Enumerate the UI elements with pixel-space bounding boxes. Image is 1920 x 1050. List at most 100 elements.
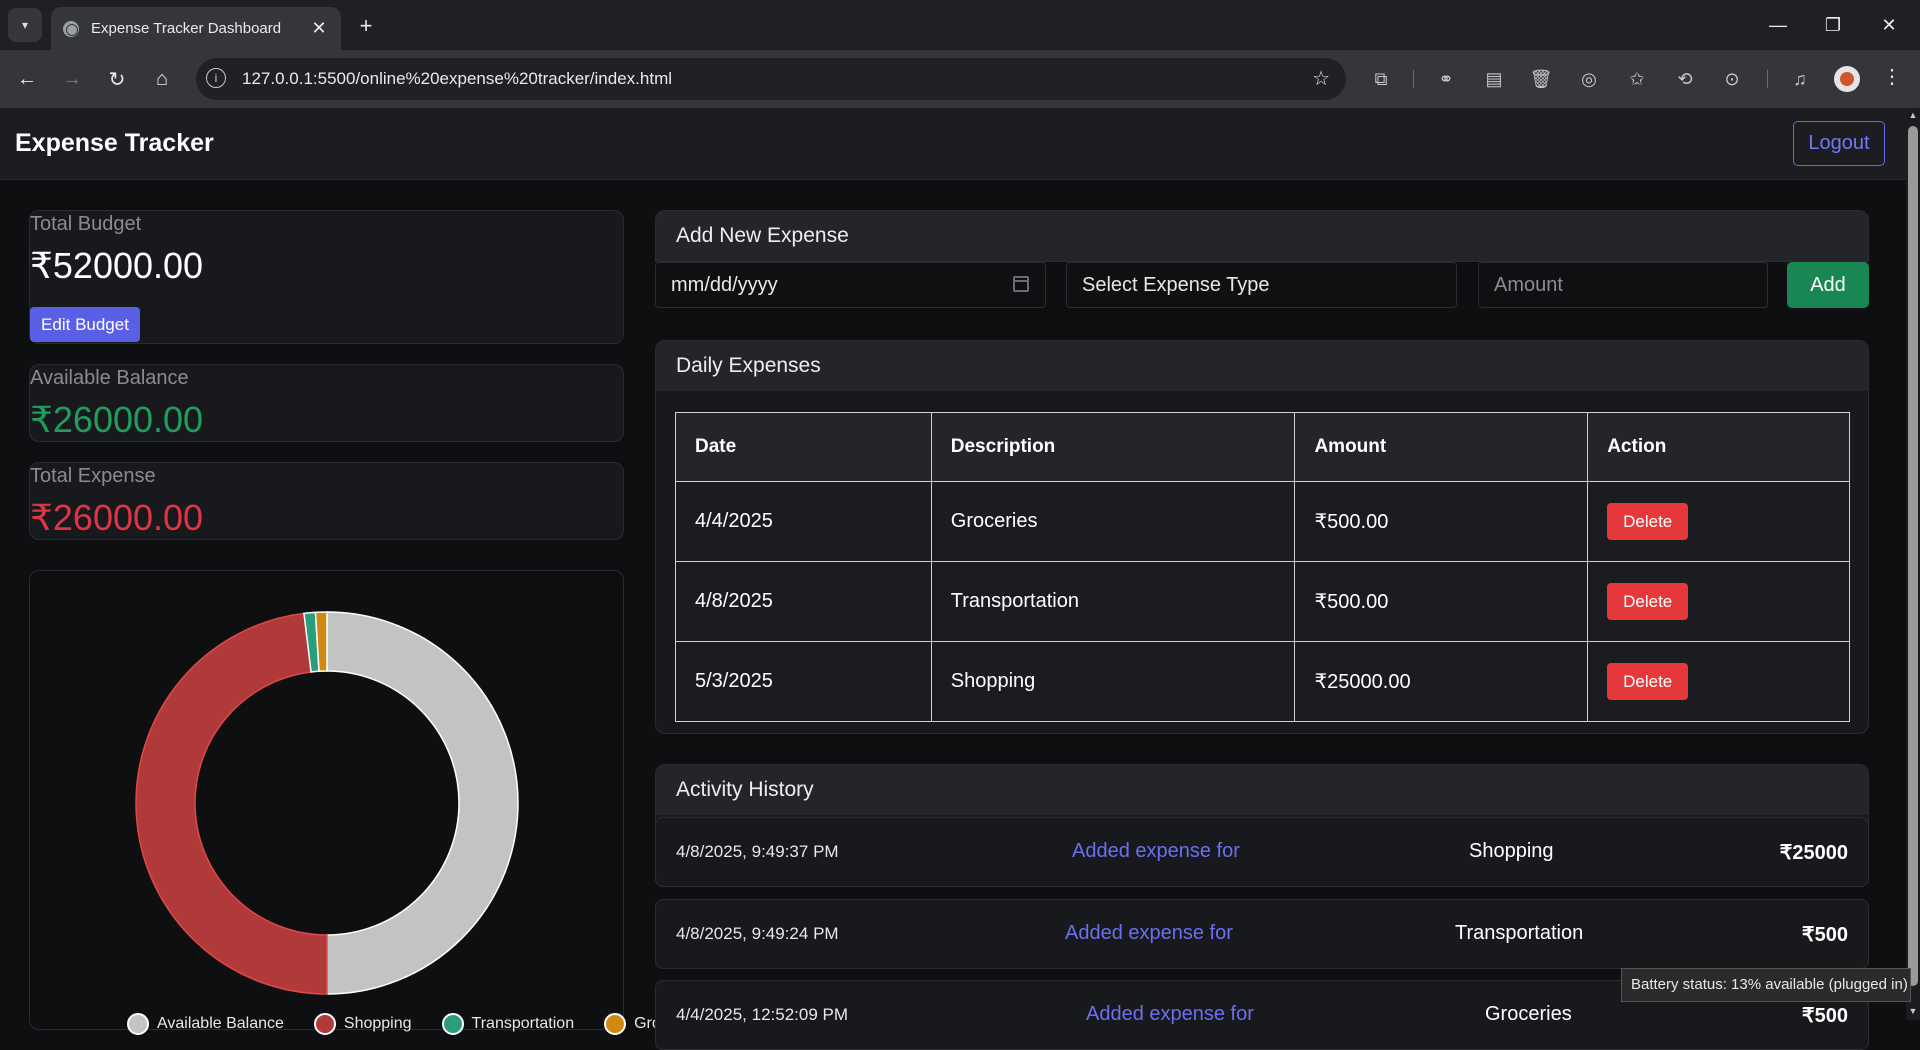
trash-icon[interactable]: 🗑 <box>1528 66 1554 92</box>
activity-action: Added expense for <box>1065 922 1233 944</box>
available-balance-value: ₹26000.00 <box>30 399 204 440</box>
column-header-amount: Amount <box>1294 412 1589 482</box>
toolbar-separator <box>1767 70 1768 88</box>
activity-amount: ₹25000 <box>1779 842 1848 864</box>
toolbar-separator <box>1413 70 1414 88</box>
profile-avatar[interactable] <box>1834 66 1860 92</box>
app-title: Expense Tracker <box>15 129 214 157</box>
activity-time: 4/8/2025, 9:49:37 PM <box>676 842 839 861</box>
legend-item[interactable]: Shopping <box>313 1013 412 1035</box>
table-row: 4/4/2025 Groceries ₹500.00 Delete <box>675 481 1850 562</box>
total-budget-card: Total Budget ₹52000.00 Edit Budget <box>29 210 624 344</box>
activity-action: Added expense for <box>1086 1003 1254 1025</box>
legend-label: Transportation <box>471 1015 575 1032</box>
activity-item: 4/8/2025, 9:49:24 PM Added expense for T… <box>655 899 1869 969</box>
date-input[interactable]: mm/dd/yyyy <box>655 262 1046 308</box>
page-scrollbar[interactable]: ▲ ▼ <box>1906 108 1920 1020</box>
delete-button[interactable]: Delete <box>1607 503 1689 540</box>
legend-swatch <box>441 1013 464 1035</box>
close-tab-icon[interactable]: ✕ <box>307 17 331 41</box>
browser-tab-bar: ▾ Expense Tracker Dashboard ✕ + — ❐ ✕ <box>0 0 1920 50</box>
forward-button[interactable]: → <box>57 64 87 94</box>
extensions-icon[interactable]: ⧉ <box>1368 66 1394 92</box>
activity-item: 4/8/2025, 9:49:37 PM Added expense for S… <box>655 817 1869 887</box>
add-expense-title: Add New Expense <box>655 210 1869 262</box>
new-tab-button[interactable]: + <box>352 12 380 40</box>
add-expense-button[interactable]: Add <box>1787 262 1869 308</box>
back-button[interactable]: ← <box>12 64 42 94</box>
bookmark-star-icon[interactable]: ☆ <box>1312 66 1330 91</box>
expense-type-select[interactable]: Select Expense Type <box>1066 262 1457 308</box>
total-expense-label: Total Expense <box>30 465 156 487</box>
total-expense-value: ₹26000.00 <box>30 497 204 538</box>
browser-toolbar: ← → ↻ ⌂ i 127.0.0.1:5500/online%20expens… <box>0 50 1920 108</box>
link-icon[interactable]: ⚭ <box>1433 66 1459 92</box>
incognito-icon[interactable]: ◎ <box>1576 66 1602 92</box>
expense-date: 4/8/2025 <box>675 561 932 642</box>
activity-category: Transportation <box>1455 922 1584 944</box>
amount-input[interactable]: Amount <box>1478 262 1768 308</box>
expense-description: Transportation <box>930 561 1296 642</box>
favorites-icon[interactable]: ✩ <box>1624 66 1650 92</box>
expense-doughnut-chart <box>135 611 519 995</box>
home-icon[interactable]: ⌂ <box>147 64 177 94</box>
table-header-row: Date Description Amount Action <box>675 412 1850 482</box>
legend-swatch <box>313 1013 336 1035</box>
logout-button[interactable]: Logout <box>1793 121 1885 166</box>
legend-swatch <box>604 1013 627 1035</box>
browser-tab[interactable]: Expense Tracker Dashboard ✕ <box>51 7 341 50</box>
daily-expenses-title: Daily Expenses <box>656 341 1868 391</box>
minimize-button[interactable]: — <box>1755 10 1801 40</box>
delete-button[interactable]: Delete <box>1607 663 1689 700</box>
doughnut-slice-available-balance[interactable] <box>326 611 519 995</box>
expense-chart-card <box>29 570 624 1030</box>
url-text[interactable]: 127.0.0.1:5500/online%20expense%20tracke… <box>242 69 672 89</box>
activity-action: Added expense for <box>1072 840 1240 862</box>
legend-swatch <box>127 1013 149 1035</box>
screenshot-icon[interactable]: ⊙ <box>1719 66 1745 92</box>
delete-button[interactable]: Delete <box>1607 583 1689 620</box>
activity-category: Shopping <box>1469 840 1554 862</box>
date-placeholder: mm/dd/yyyy <box>671 274 778 296</box>
restore-button[interactable]: ❐ <box>1810 10 1856 40</box>
app-header: Expense Tracker Logout <box>0 108 1906 180</box>
expense-description: Groceries <box>930 481 1296 562</box>
table-row: 4/8/2025 Transportation ₹500.00 Delete <box>675 561 1850 642</box>
expense-amount: ₹25000.00 <box>1294 641 1589 722</box>
activity-history-title: Activity History <box>656 765 1868 815</box>
legend-item[interactable]: Transportation <box>441 1013 575 1035</box>
scroll-down-arrow[interactable]: ▼ <box>1908 1006 1918 1016</box>
doughnut-slice-shopping[interactable] <box>135 612 328 995</box>
tab-search-button[interactable]: ▾ <box>8 8 42 42</box>
calendar-icon[interactable] <box>1013 276 1029 292</box>
scroll-up-arrow[interactable]: ▲ <box>1908 110 1918 120</box>
edit-budget-button[interactable]: Edit Budget <box>30 307 140 342</box>
column-header-date: Date <box>675 412 932 482</box>
total-budget-value: ₹52000.00 <box>30 245 204 286</box>
total-expense-card: Total Expense ₹26000.00 <box>29 462 624 540</box>
history-icon[interactable]: ⟲ <box>1672 66 1698 92</box>
available-balance-card: Available Balance ₹26000.00 <box>29 364 624 442</box>
available-balance-label: Available Balance <box>30 367 189 389</box>
expenses-table: Date Description Amount Action 4/4/2025 … <box>675 412 1850 722</box>
expense-action-cell: Delete <box>1587 561 1850 642</box>
expense-date: 4/4/2025 <box>675 481 932 562</box>
media-control-icon[interactable]: ♫ <box>1787 66 1813 92</box>
expense-description: Shopping <box>930 641 1296 722</box>
browser-menu-icon[interactable]: ⋮ <box>1882 64 1902 89</box>
chart-legend: Available BalanceShoppingTransportationG… <box>127 1013 703 1035</box>
address-bar[interactable]: i 127.0.0.1:5500/online%20expense%20trac… <box>196 58 1346 100</box>
reload-button[interactable]: ↻ <box>102 64 132 94</box>
legend-label: Shopping <box>343 1015 412 1032</box>
activity-amount: ₹500 <box>1801 924 1848 946</box>
reading-mode-icon[interactable]: ▤ <box>1481 66 1507 92</box>
close-window-button[interactable]: ✕ <box>1866 10 1912 40</box>
activity-time: 4/4/2025, 12:52:09 PM <box>676 1005 849 1024</box>
column-header-action: Action <box>1587 412 1850 482</box>
tab-title: Expense Tracker Dashboard <box>91 20 282 37</box>
scroll-thumb[interactable] <box>1908 126 1918 986</box>
table-row: 5/3/2025 Shopping ₹25000.00 Delete <box>675 641 1850 722</box>
site-info-icon[interactable]: i <box>206 68 226 88</box>
activity-time: 4/8/2025, 9:49:24 PM <box>676 924 839 943</box>
legend-item[interactable]: Available Balance <box>127 1013 284 1035</box>
